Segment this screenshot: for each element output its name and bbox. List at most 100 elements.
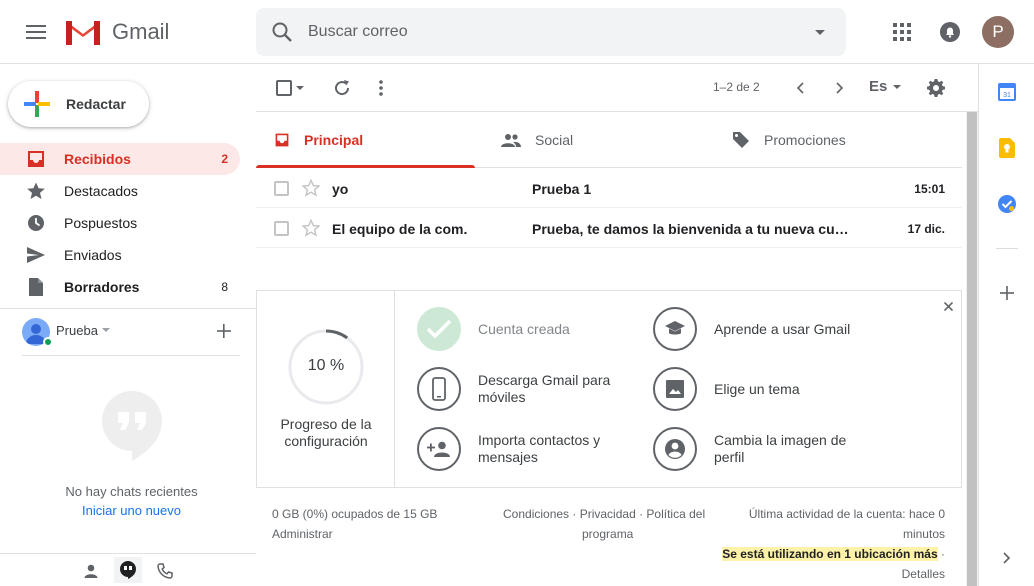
hangouts-divider [22, 355, 240, 356]
nav-count: 2 [221, 152, 228, 166]
hangouts-user[interactable]: Prueba [22, 318, 242, 348]
nav-item-drafts[interactable]: Borradores 8 [0, 271, 240, 303]
person-icon [84, 564, 98, 578]
tab-contacts[interactable] [77, 557, 105, 585]
apps-button[interactable] [884, 14, 920, 50]
image-icon [653, 367, 697, 411]
select-options-button[interactable] [294, 76, 306, 100]
language-label: Es [869, 78, 888, 95]
setup-progress-panel: 10 % Progreso de la configuración Cuenta… [256, 290, 962, 488]
compose-button[interactable]: Redactar [8, 81, 149, 127]
close-icon[interactable] [941, 299, 955, 313]
program-policy-link[interactable]: Política del [646, 507, 705, 521]
star-outline-icon[interactable] [302, 179, 320, 197]
start-new-chat-link[interactable]: Iniciar uno nuevo [0, 503, 263, 518]
mail-checkbox[interactable] [274, 181, 289, 196]
refresh-icon [335, 80, 350, 96]
search-icon[interactable] [270, 20, 294, 44]
tab-calls[interactable] [151, 557, 179, 585]
main-menu-button[interactable] [16, 12, 56, 52]
star-icon [27, 182, 45, 199]
setup-item-label: Cambia la imagen de perfil [714, 432, 847, 465]
search-options-button[interactable] [808, 20, 832, 44]
progress-percent: 10 % [307, 357, 345, 374]
mail-row[interactable]: yo Prueba 1 15:01 [256, 168, 962, 208]
tab-promotions[interactable]: Promociones [726, 112, 945, 168]
setup-item-label: Elige un tema [714, 380, 800, 397]
setup-divider [394, 291, 395, 487]
logo-text: Gmail [112, 19, 170, 44]
nav-item-snoozed[interactable]: Pospuestos [0, 207, 240, 239]
inbox-icon [28, 151, 44, 167]
newer-button[interactable] [788, 76, 812, 100]
search-input[interactable] [308, 20, 788, 44]
nav-item-starred[interactable]: Destacados [0, 175, 240, 207]
expand-side-panel-button[interactable] [997, 548, 1017, 568]
progress-label: Progreso de la configuración [280, 416, 372, 449]
nav-label: Recibidos [64, 151, 131, 167]
chevron-right-icon [1003, 552, 1011, 564]
keep-addon[interactable] [997, 138, 1017, 158]
mail-sender: El equipo de la com. [332, 221, 468, 237]
nav-label: Enviados [64, 247, 122, 263]
mail-row[interactable]: El equipo de la com. Prueba, te damos la… [256, 208, 962, 248]
setup-item-label: Cuenta creada [478, 320, 570, 337]
mail-sender: yo [332, 181, 349, 197]
account-icon [653, 427, 697, 471]
add-icon[interactable] [214, 321, 234, 341]
setup-item-label: Descarga Gmail para móviles [478, 372, 611, 405]
hangouts-chat-bubble-icon [101, 390, 163, 462]
online-status-dot [43, 337, 53, 347]
refresh-button[interactable] [330, 76, 354, 100]
nav-label: Pospuestos [64, 215, 138, 231]
tasks-addon[interactable] [997, 194, 1017, 214]
chevron-left-icon [796, 82, 804, 94]
calendar-addon[interactable]: 31 [997, 82, 1017, 102]
header: Gmail P [0, 0, 1034, 64]
tab-principal[interactable]: Principal [256, 112, 475, 168]
caret-down-icon [815, 29, 825, 35]
tab-chat[interactable] [114, 557, 142, 585]
account-avatar[interactable]: P [982, 16, 1014, 48]
nav-item-sent[interactable]: Enviados [0, 239, 240, 271]
caret-down-icon [296, 86, 304, 90]
footer-links: Condiciones · Privacidad · Política del [503, 507, 706, 521]
mail-checkbox[interactable] [274, 221, 289, 236]
input-tools-selector[interactable]: Es [869, 78, 902, 95]
gmail-logo[interactable]: Gmail [64, 17, 169, 47]
tab-label: Principal [304, 132, 364, 148]
select-all-checkbox[interactable] [272, 76, 296, 100]
nav-count: 8 [221, 280, 228, 294]
more-options-button[interactable] [369, 76, 393, 100]
scrollbar-thumb[interactable] [967, 112, 977, 586]
older-button[interactable] [828, 76, 852, 100]
send-icon [27, 247, 45, 263]
tab-social[interactable]: Social [491, 112, 710, 168]
other-locations: Se está utilizando en 1 ubicación más · [722, 547, 945, 561]
nav-item-inbox[interactable]: Recibidos 2 [0, 143, 240, 175]
check-icon [417, 307, 461, 351]
caret-down-icon [102, 328, 110, 332]
star-outline-icon[interactable] [302, 219, 320, 237]
search-bar[interactable] [256, 8, 846, 56]
mail-toolbar: 1–2 de 2 Es [256, 64, 978, 112]
manage-storage-link[interactable]: Administrar [272, 524, 333, 544]
privacy-link[interactable]: Privacidad [580, 507, 636, 521]
gear-icon [927, 79, 945, 97]
school-icon [653, 307, 697, 351]
get-addons-button[interactable] [997, 283, 1017, 303]
pagination-info: 1–2 de 2 [713, 80, 760, 94]
terms-link[interactable]: Condiciones [503, 507, 569, 521]
activity-details-link[interactable]: Detalles [730, 564, 945, 584]
other-locations-text: Se está utilizando en 1 ubicación más [722, 547, 938, 561]
setup-item-label: Aprende a usar Gmail [714, 320, 851, 337]
chevron-right-icon [836, 82, 844, 94]
mail-date: 15:01 [914, 182, 945, 196]
bell-icon [940, 22, 960, 42]
mail-subject: Prueba 1 [532, 181, 592, 197]
program-policy-link-cont[interactable]: programa [582, 524, 633, 544]
clock-icon [28, 215, 44, 231]
settings-button[interactable] [924, 76, 948, 100]
side-panel: 31 [978, 64, 1034, 586]
notifications-button[interactable] [932, 14, 968, 50]
